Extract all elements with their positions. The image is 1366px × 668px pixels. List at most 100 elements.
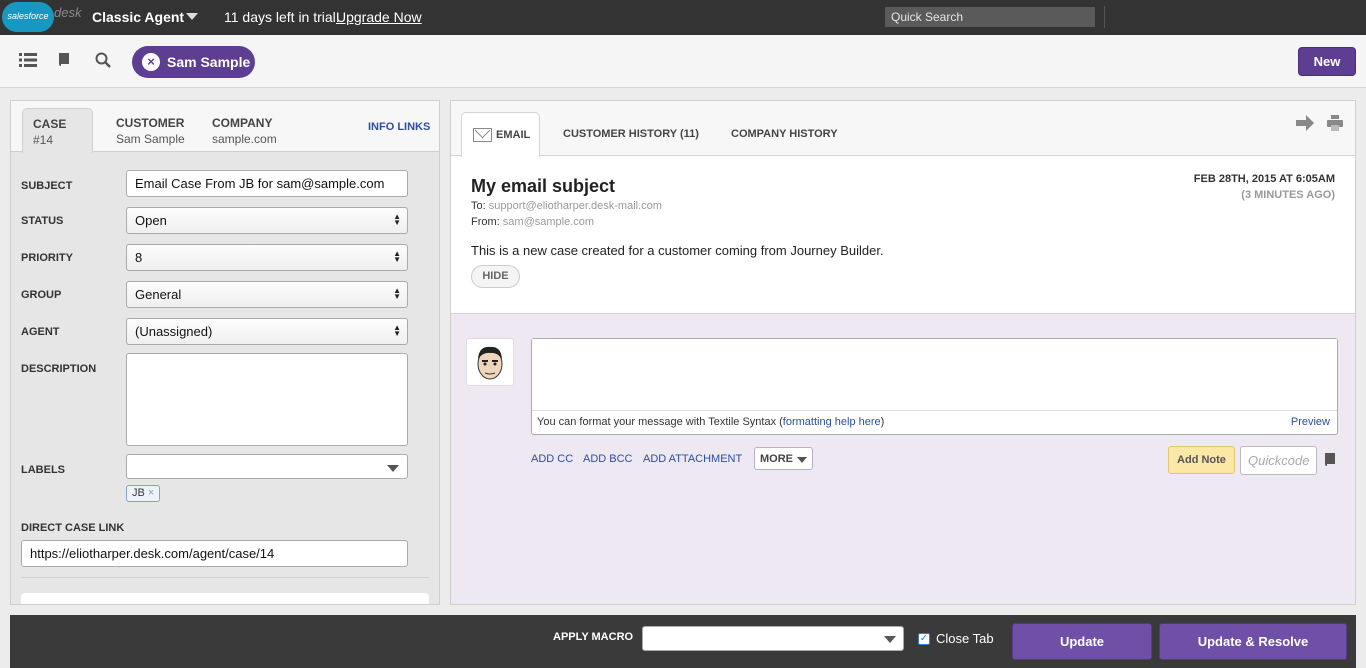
format-help-bar: You can format your message with Textile… [532, 410, 1337, 434]
preview-link[interactable]: Preview [1291, 416, 1330, 428]
divider [21, 577, 429, 578]
tab-company-title: COMPANY [212, 116, 273, 130]
close-icon[interactable]: × [142, 53, 160, 71]
email-message: EMAIL CUSTOMER HISTORY (11) COMPANY HIST… [451, 101, 1355, 314]
print-icon[interactable] [1327, 115, 1343, 136]
hide-button[interactable]: HIDE [471, 265, 520, 288]
tab-case[interactable]: CASE #14 [22, 108, 93, 153]
apply-macro-select[interactable] [642, 626, 904, 651]
email-relative-time: (3 MINUTES AGO) [1241, 189, 1335, 201]
tab-email-label: EMAIL [496, 129, 531, 141]
quick-search-input[interactable] [885, 7, 1095, 27]
tab-case-number: #14 [33, 133, 54, 147]
close-tab-label: Close Tab [936, 631, 994, 646]
update-button[interactable]: Update [1012, 623, 1152, 660]
group-select[interactable]: General ▲ ▼ [126, 281, 408, 308]
priority-value: 8 [135, 250, 143, 265]
direct-case-link-label: DIRECT CASE LINK [21, 522, 125, 534]
info-links-link[interactable]: INFO LINKS [368, 121, 430, 133]
remove-tag-icon[interactable]: × [148, 487, 154, 499]
new-button[interactable]: New [1298, 47, 1356, 76]
direct-case-link-field[interactable]: https://eliotharper.desk.com/agent/case/… [21, 540, 408, 567]
topbar-divider [1104, 6, 1105, 28]
select-arrows-icon: ▲ ▼ [393, 323, 401, 338]
formatting-help-link[interactable]: formatting help here [783, 416, 881, 428]
more-label: MORE [760, 453, 793, 465]
email-from-label: From: [471, 216, 500, 228]
desk-logo-text: desk [54, 5, 82, 20]
upgrade-now-link[interactable]: Upgrade Now [336, 9, 422, 25]
book-icon[interactable] [1324, 452, 1338, 468]
status-select[interactable]: Open ▲ ▼ [126, 207, 408, 234]
bottom-action-bar: APPLY MACRO ✓ Close Tab Update Update & … [10, 615, 1356, 668]
subject-field[interactable]: Email Case From JB for sam@sample.com [126, 170, 408, 197]
agent-value: (Unassigned) [135, 324, 213, 339]
group-value: General [135, 287, 182, 302]
select-arrows-icon: ▲ ▼ [393, 212, 401, 227]
chevron-down-icon [797, 457, 807, 463]
customer-tab-pill[interactable]: × Sam Sample [132, 46, 255, 78]
status-label: STATUS [21, 215, 64, 227]
tab-email[interactable]: EMAIL [461, 112, 540, 157]
email-subject: My email subject [471, 176, 616, 196]
chevron-down-icon [884, 636, 896, 643]
email-body: This is a new case created for a custome… [471, 243, 884, 258]
agent-select[interactable]: (Unassigned) ▲ ▼ [126, 318, 408, 345]
email-to-label: To: [471, 200, 486, 212]
labels-label: LABELS [21, 464, 65, 476]
select-arrows-icon: ▲ ▼ [393, 286, 401, 301]
apply-macro-label: APPLY MACRO [553, 631, 634, 643]
top-bar: salesforce desk Classic Agent 11 days le… [0, 0, 1366, 35]
book-icon[interactable] [55, 52, 75, 72]
conversation-tabs: EMAIL CUSTOMER HISTORY (11) COMPANY HIST… [451, 101, 1355, 157]
salesforce-logo[interactable]: salesforce [2, 2, 54, 32]
trial-notice: 11 days left in trial. [224, 9, 340, 25]
quickcode-input[interactable] [1240, 446, 1317, 475]
case-details-panel: CASE #14 CUSTOMER Sam Sample COMPANY sam… [10, 100, 440, 605]
format-help-end: ) [880, 416, 885, 428]
tab-customer-history[interactable]: CUSTOMER HISTORY (11) [563, 128, 699, 140]
email-to-address: support@eliotharper.desk-mail.com [488, 200, 662, 212]
tab-company-name: sample.com [212, 132, 277, 146]
email-date: FEB 28TH, 2015 AT 6:05AM [1193, 173, 1335, 185]
tab-customer-title: CUSTOMER [116, 116, 185, 130]
add-bcc-link[interactable]: ADD BCC [583, 453, 633, 465]
tab-customer-name: Sam Sample [116, 132, 185, 146]
priority-select[interactable]: 8 ▲ ▼ [126, 244, 408, 271]
customer-tab-label: Sam Sample [167, 54, 251, 70]
description-label: DESCRIPTION [21, 363, 97, 375]
email-from: From: sam@sample.com [471, 216, 594, 228]
agent-label: AGENT [21, 326, 60, 338]
email-to: To: support@eliotharper.desk-mail.com [471, 200, 662, 212]
more-button[interactable]: MORE [754, 447, 813, 470]
tab-customer[interactable]: CUSTOMER Sam Sample [116, 116, 185, 146]
search-icon[interactable] [93, 52, 113, 72]
toolbar: × Sam Sample New [0, 35, 1366, 88]
envelope-icon [473, 128, 492, 142]
labels-select[interactable] [126, 454, 408, 479]
email-from-address: sam@sample.com [502, 216, 595, 228]
description-textarea[interactable] [126, 353, 408, 446]
chevron-down-icon[interactable] [186, 13, 198, 20]
label-tag-text: JB [132, 487, 145, 499]
case-tabs: CASE #14 CUSTOMER Sam Sample COMPANY sam… [11, 101, 439, 153]
subject-label: SUBJECT [21, 180, 73, 192]
update-resolve-button[interactable]: Update & Resolve [1159, 623, 1347, 660]
format-help-text: You can format your message with Textile… [537, 416, 783, 428]
add-attachment-link[interactable]: ADD ATTACHMENT [643, 453, 742, 465]
list-icon[interactable] [18, 52, 38, 72]
details-card [21, 593, 429, 604]
add-note-button[interactable]: Add Note [1168, 446, 1235, 474]
forward-arrow-icon[interactable] [1296, 115, 1314, 136]
close-tab-checkbox[interactable]: ✓ [918, 633, 930, 645]
tab-company-history[interactable]: COMPANY HISTORY [731, 128, 838, 140]
tab-case-title: CASE [33, 117, 67, 131]
conversation-panel: EMAIL CUSTOMER HISTORY (11) COMPANY HIST… [450, 100, 1356, 605]
add-cc-link[interactable]: ADD CC [531, 453, 573, 465]
group-label: GROUP [21, 289, 62, 301]
reply-textarea[interactable] [532, 339, 1337, 410]
priority-label: PRIORITY [21, 252, 73, 264]
label-tag: JB × [126, 485, 161, 502]
tab-company[interactable]: COMPANY sample.com [212, 116, 277, 146]
agent-selector-label[interactable]: Classic Agent [92, 9, 184, 25]
